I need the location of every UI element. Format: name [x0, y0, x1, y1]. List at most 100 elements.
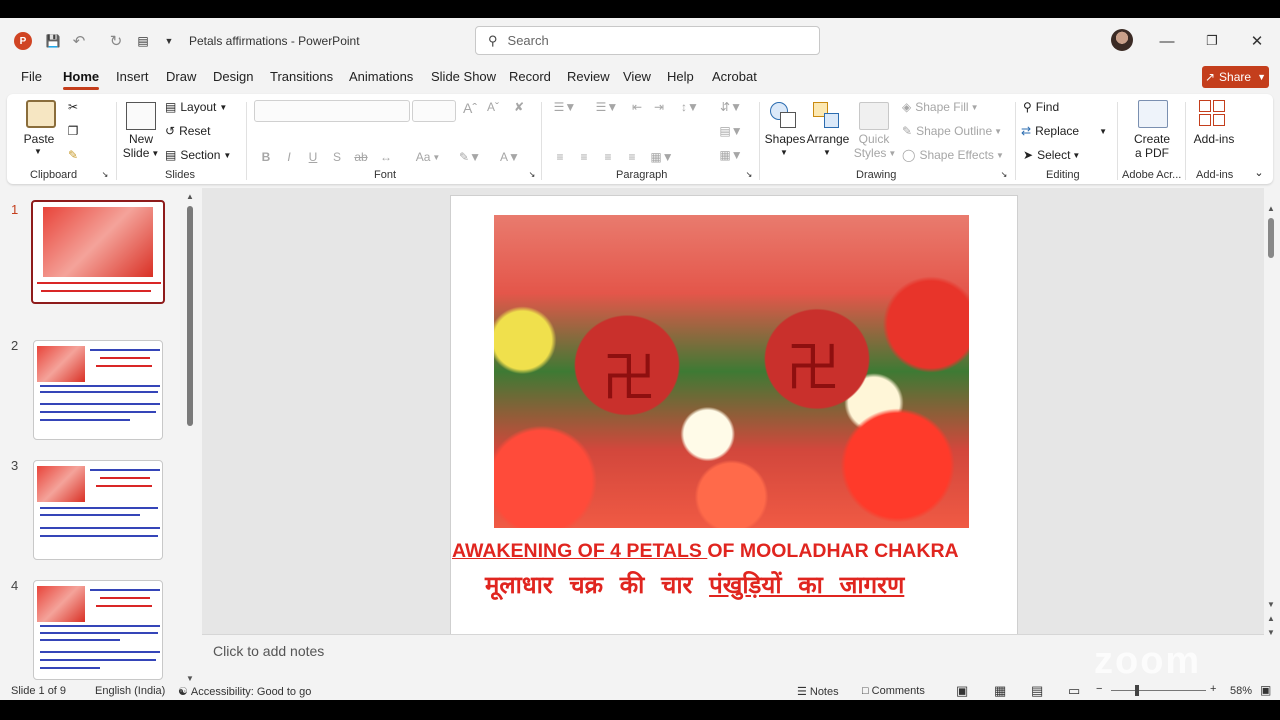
- format-painter-icon[interactable]: ✎: [65, 148, 81, 162]
- slide-thumbnail-1[interactable]: [31, 200, 165, 304]
- new-slide-icon[interactable]: [126, 102, 156, 130]
- dialog-launcher-icon[interactable]: ↘: [100, 170, 110, 179]
- justify-icon[interactable]: ≡: [624, 150, 640, 164]
- align-left-icon[interactable]: ≡: [552, 150, 568, 164]
- tab-home[interactable]: Home: [63, 69, 100, 90]
- slide-photo-feet-flowers[interactable]: 卍 卍: [494, 215, 969, 528]
- search-box[interactable]: ⚲ Search: [475, 26, 820, 55]
- tab-view[interactable]: View: [623, 69, 651, 84]
- arrange-button[interactable]: Arrange: [807, 132, 850, 146]
- tab-transitions[interactable]: Transitions: [270, 69, 333, 84]
- tab-acrobat[interactable]: Acrobat: [712, 69, 757, 84]
- notes-button[interactable]: ☰ Notes: [797, 685, 839, 698]
- accessibility-status[interactable]: ☯ Accessibility: Good to go: [178, 685, 311, 698]
- replace-button[interactable]: ⇄ Replace ▼: [1021, 124, 1107, 138]
- tab-animations[interactable]: Animations: [349, 69, 413, 84]
- undo-icon[interactable]: ↶: [70, 30, 88, 52]
- fit-to-window-icon[interactable]: ▣: [1260, 683, 1271, 697]
- decrease-font-icon[interactable]: Aˇ: [485, 100, 501, 114]
- chevron-down-icon[interactable]: ▼: [820, 148, 834, 157]
- slide-canvas[interactable]: 卍 卍 AWAKENING OF 4 PETALS OF MOOLADHAR C…: [450, 195, 1018, 635]
- dialog-launcher-icon[interactable]: ↘: [744, 170, 754, 179]
- chevron-down-icon[interactable]: ▼: [777, 148, 791, 157]
- slide-subtitle-hindi[interactable]: मूलाधार चक्र की चार पंखुड़ियों का जागरण: [485, 568, 1005, 601]
- zoom-level[interactable]: 58%: [1230, 685, 1252, 697]
- cut-icon[interactable]: ✂: [65, 100, 81, 114]
- scroll-up-icon[interactable]: ▲: [186, 192, 194, 201]
- dialog-launcher-icon[interactable]: ↘: [527, 170, 537, 179]
- select-button[interactable]: ➤ Select ▼: [1023, 148, 1080, 162]
- paste-button[interactable]: Paste: [23, 132, 55, 146]
- section-button[interactable]: ▤ Section ▼: [165, 148, 231, 162]
- slide-title[interactable]: AWAKENING OF 4 PETALS OF MOOLADHAR CHAKR…: [452, 540, 1018, 563]
- create-pdf-icon[interactable]: [1138, 100, 1168, 128]
- zoom-out-icon[interactable]: −: [1096, 683, 1102, 695]
- tab-insert[interactable]: Insert: [116, 69, 149, 84]
- tab-draw[interactable]: Draw: [166, 69, 196, 84]
- slide-thumbnail-3[interactable]: [33, 460, 163, 560]
- increase-indent-icon[interactable]: ⇥: [651, 100, 667, 114]
- tab-help[interactable]: Help: [667, 69, 694, 84]
- arrange-icon[interactable]: [813, 102, 843, 130]
- dialog-launcher-icon[interactable]: ↘: [999, 170, 1009, 179]
- quick-styles-icon[interactable]: [859, 102, 889, 130]
- zoom-in-icon[interactable]: +: [1210, 683, 1216, 695]
- copy-icon[interactable]: ❐: [65, 124, 81, 138]
- strikethrough-button[interactable]: ab: [354, 150, 368, 164]
- create-pdf-label-1[interactable]: Create: [1131, 132, 1173, 146]
- line-spacing-icon[interactable]: ↕▼: [675, 100, 705, 114]
- shapes-icon[interactable]: [770, 102, 800, 130]
- font-name-field[interactable]: [254, 100, 410, 122]
- tab-review[interactable]: Review: [567, 69, 610, 84]
- scrollbar-thumb[interactable]: [1268, 218, 1274, 258]
- underline-button[interactable]: U: [306, 150, 320, 164]
- add-ins-button[interactable]: Add-ins: [1191, 132, 1237, 146]
- layout-button[interactable]: ▤ Layout ▼: [165, 100, 227, 114]
- slide-sorter-icon[interactable]: ▦: [994, 683, 1006, 699]
- highlight-icon[interactable]: ✎▼: [457, 150, 483, 164]
- scroll-down-icon[interactable]: ▼: [1267, 628, 1275, 637]
- align-right-icon[interactable]: ≡: [600, 150, 616, 164]
- language-indicator[interactable]: English (India): [95, 685, 165, 697]
- normal-view-icon[interactable]: ▣: [956, 683, 968, 699]
- text-direction-icon[interactable]: ⇵▼: [716, 100, 746, 114]
- quick-styles-label-1[interactable]: Quick: [856, 132, 892, 146]
- new-slide-label-2[interactable]: Slide ▼: [120, 146, 162, 160]
- bold-button[interactable]: B: [259, 150, 273, 164]
- tab-slide-show[interactable]: Slide Show: [431, 69, 496, 84]
- numbering-icon[interactable]: ☰▼: [592, 100, 622, 114]
- tab-record[interactable]: Record: [509, 69, 551, 84]
- editor-scrollbar[interactable]: ▲ ▼ ▲ ▼: [1266, 204, 1276, 646]
- find-button[interactable]: ⚲ Find: [1023, 100, 1059, 114]
- share-button[interactable]: ↗ Share ▼: [1202, 66, 1269, 88]
- align-center-icon[interactable]: ≡: [576, 150, 592, 164]
- decrease-indent-icon[interactable]: ⇤: [629, 100, 645, 114]
- columns-icon[interactable]: ▦▼: [649, 150, 675, 164]
- comments-button[interactable]: □ Comments: [862, 685, 925, 697]
- slide-thumbnail-2[interactable]: [33, 340, 163, 440]
- paste-icon[interactable]: [26, 100, 56, 128]
- slide-thumbnail-4[interactable]: [33, 580, 163, 680]
- scrollbar-thumb[interactable]: [187, 206, 193, 426]
- add-ins-icon[interactable]: [1199, 100, 1229, 128]
- new-slide-label-1[interactable]: New: [124, 132, 158, 146]
- smartart-icon[interactable]: ▦▼: [716, 148, 746, 162]
- align-text-icon[interactable]: ▤▼: [716, 124, 746, 138]
- tab-design[interactable]: Design: [213, 69, 253, 84]
- restore-icon[interactable]: ❐: [1197, 30, 1227, 52]
- change-case-button[interactable]: Aa ▼: [413, 150, 443, 164]
- reset-button[interactable]: ↺ Reset: [165, 124, 210, 138]
- character-spacing-icon[interactable]: ↔: [379, 150, 393, 164]
- minimize-icon[interactable]: —: [1152, 30, 1182, 52]
- next-slide-icon[interactable]: ▲: [1267, 614, 1275, 623]
- avatar[interactable]: [1111, 29, 1133, 51]
- shape-fill-button[interactable]: ◈ Shape Fill ▼: [902, 100, 979, 114]
- zoom-slider-knob[interactable]: [1135, 685, 1139, 696]
- shape-outline-button[interactable]: ✎ Shape Outline ▼: [902, 124, 1002, 138]
- collapse-ribbon-icon[interactable]: ⌄: [1252, 166, 1266, 179]
- present-icon[interactable]: ▤: [134, 30, 152, 52]
- thumbnails-scrollbar[interactable]: ▲ ▼: [186, 192, 194, 683]
- customize-quick-access-icon[interactable]: ▼: [162, 30, 176, 52]
- close-icon[interactable]: ✕: [1242, 30, 1272, 52]
- previous-slide-icon[interactable]: ▼: [1267, 600, 1275, 609]
